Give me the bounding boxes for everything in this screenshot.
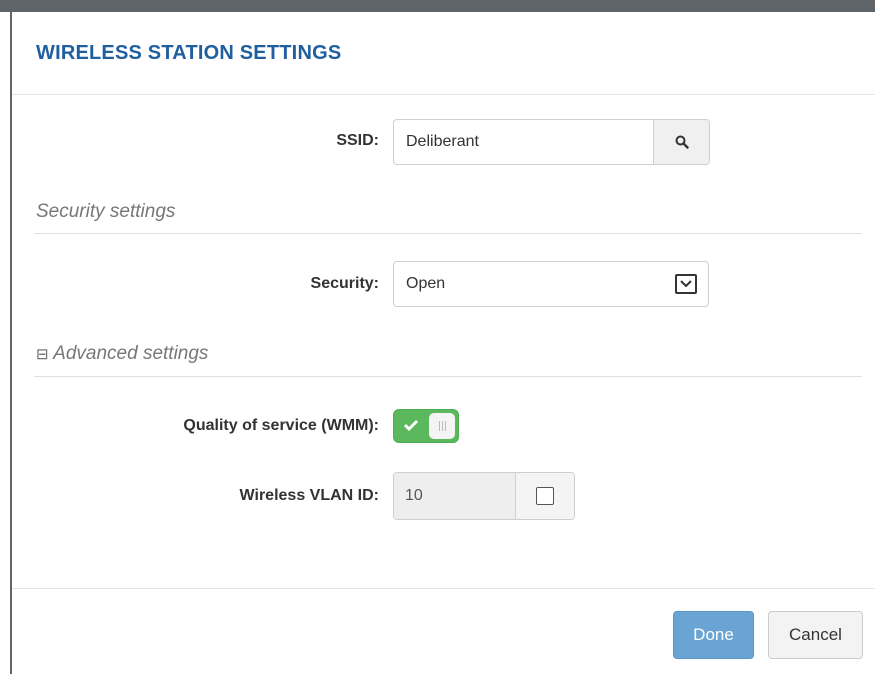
security-select-value: Open: [406, 275, 446, 292]
search-icon: [675, 135, 689, 149]
check-icon: [403, 419, 419, 432]
cancel-button[interactable]: Cancel: [768, 611, 863, 659]
vlan-label: Wireless VLAN ID:: [239, 487, 379, 504]
security-row: Security: Open: [12, 261, 875, 309]
security-settings-heading: Security settings: [36, 201, 176, 222]
advanced-settings-toggle[interactable]: ⊟ Advanced settings: [36, 343, 208, 365]
vlan-id-input[interactable]: 10: [394, 473, 515, 519]
footer-divider: [12, 588, 875, 589]
dialog-title: WIRELESS STATION SETTINGS: [36, 42, 342, 64]
ssid-row: SSID: Deliberant: [12, 119, 875, 167]
advanced-settings-heading: Advanced settings: [53, 343, 209, 364]
qos-toggle[interactable]: [393, 409, 459, 443]
backdrop-top-bar: [0, 0, 875, 12]
wireless-station-settings-dialog: WIRELESS STATION SETTINGS SSID: Delibera…: [12, 12, 875, 674]
ssid-search-button[interactable]: [653, 120, 709, 164]
advanced-section-divider: [34, 376, 862, 377]
done-button[interactable]: Done: [673, 611, 754, 659]
security-section-divider: [34, 233, 862, 234]
ssid-input[interactable]: Deliberant: [394, 120, 653, 164]
ssid-label: SSID:: [336, 132, 379, 149]
qos-label: Quality of service (WMM):: [183, 417, 379, 434]
dialog-header: WIRELESS STATION SETTINGS: [12, 12, 875, 95]
security-select[interactable]: Open: [393, 261, 709, 307]
ssid-input-group: Deliberant: [393, 119, 710, 165]
collapse-icon: ⊟: [36, 346, 49, 363]
toggle-knob[interactable]: [429, 413, 455, 439]
chevron-down-icon: [675, 274, 697, 294]
vlan-input-group: 10: [393, 472, 575, 520]
security-label: Security:: [310, 275, 379, 292]
vlan-enable-checkbox[interactable]: [536, 487, 554, 505]
vlan-checkbox-addon: [515, 473, 574, 519]
qos-row: Quality of service (WMM):: [12, 409, 875, 443]
vlan-row: Wireless VLAN ID: 10: [12, 472, 875, 520]
